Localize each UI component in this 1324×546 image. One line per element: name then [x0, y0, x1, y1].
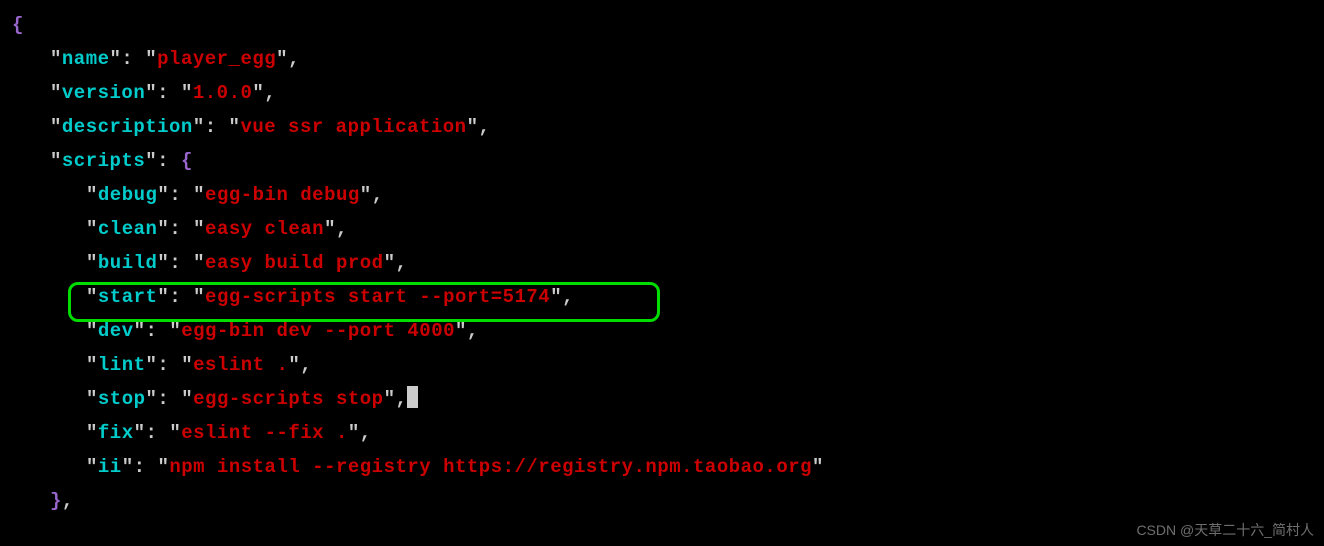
scripts-close-line: }, — [12, 484, 1312, 518]
text-cursor — [407, 386, 418, 408]
description-line: "description": "vue ssr application", — [12, 110, 1312, 144]
stop-line: "stop": "egg-scripts stop", — [12, 382, 1312, 416]
ii-line: "ii": "npm install --registry https://re… — [12, 450, 1312, 484]
lint-line: "lint": "eslint .", — [12, 348, 1312, 382]
code-block: { "name": "player_egg", "version": "1.0.… — [12, 8, 1312, 518]
scripts-open-line: "scripts": { — [12, 144, 1312, 178]
clean-line: "clean": "easy clean", — [12, 212, 1312, 246]
watermark-text: CSDN @天草二十六_简村人 — [1136, 520, 1314, 540]
name-line: "name": "player_egg", — [12, 42, 1312, 76]
dev-line: "dev": "egg-bin dev --port 4000", — [12, 314, 1312, 348]
version-line: "version": "1.0.0", — [12, 76, 1312, 110]
debug-line: "debug": "egg-bin debug", — [12, 178, 1312, 212]
start-line: "start": "egg-scripts start --port=5174"… — [12, 280, 1312, 314]
fix-line: "fix": "eslint --fix .", — [12, 416, 1312, 450]
open-brace: { — [12, 8, 1312, 42]
build-line: "build": "easy build prod", — [12, 246, 1312, 280]
